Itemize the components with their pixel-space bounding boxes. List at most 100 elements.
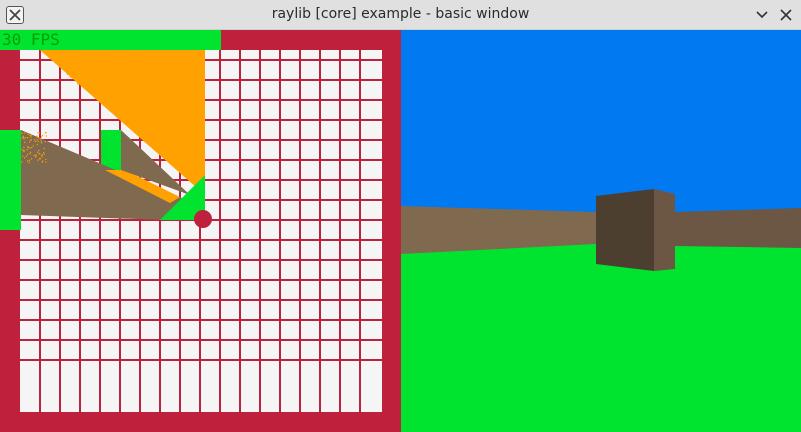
ray-dot [73, 57, 76, 59]
ray-dot [82, 74, 85, 77]
ray-dot [128, 60, 131, 62]
ray-dot [104, 72, 107, 74]
ray-dot [119, 83, 121, 85]
game-viewport[interactable] [0, 30, 801, 432]
ray-dot [109, 78, 111, 81]
ray-dot [44, 141, 46, 143]
ray-dot [45, 135, 47, 137]
ray-dot [104, 53, 106, 55]
ray-dot [88, 63, 90, 66]
ray-dot [40, 142, 43, 144]
ray-dot [127, 77, 130, 80]
ray-dot [80, 51, 82, 53]
ray-dot [106, 83, 109, 85]
minimize-button[interactable] [752, 5, 772, 25]
ray-dot [122, 93, 124, 96]
ray-dot [35, 156, 37, 158]
ray-dot [21, 148, 23, 151]
ray-dot [37, 140, 40, 143]
ray-dot [86, 73, 88, 75]
ray-dot [57, 60, 59, 62]
top-down-map [0, 30, 401, 432]
ray-dot [22, 135, 24, 137]
ray-dot [104, 56, 106, 59]
ray-dot [88, 68, 90, 71]
ray-dot [38, 149, 40, 151]
ray-dot [112, 85, 115, 87]
ray-dot [92, 73, 94, 76]
ray-dot [131, 73, 133, 75]
ray-dot [28, 162, 30, 164]
ray-dot [73, 51, 75, 53]
player-marker [194, 210, 212, 228]
ray-dot [131, 64, 133, 67]
ray-dot [96, 76, 99, 79]
ray-dot [89, 52, 91, 54]
ray-dot [132, 75, 134, 77]
ray-dot [83, 81, 86, 83]
ray-dot [125, 80, 127, 82]
ray-dot [97, 79, 100, 82]
ray-dot [96, 91, 98, 93]
ray-dot [41, 154, 44, 156]
ray-dot [32, 145, 34, 147]
ray-dot [97, 93, 100, 95]
ray-dot [92, 69, 94, 71]
ray-dot [106, 81, 108, 84]
ray-dot [93, 90, 96, 93]
ray-dot [131, 85, 134, 88]
ray-dot [45, 158, 47, 160]
ray-dot [23, 138, 25, 140]
ray-dot [76, 78, 78, 80]
ray-dot [42, 160, 44, 162]
ray-dot [22, 136, 24, 138]
ray-dot [89, 81, 92, 84]
close-button[interactable] [776, 5, 796, 25]
ray-dot [81, 54, 83, 57]
ray-dot [116, 56, 118, 58]
ray-dot [33, 154, 35, 156]
first-person-view [401, 30, 801, 432]
ray-dot [104, 89, 106, 91]
ray-dot [38, 132, 40, 134]
ray-dot [111, 55, 114, 58]
ray-dot [22, 155, 24, 157]
ray-dot [119, 58, 122, 60]
ray-dot [95, 71, 97, 74]
ray-dot [39, 153, 41, 155]
ray-dot [77, 83, 79, 85]
ray-dot [110, 72, 113, 74]
ray-dot [124, 82, 126, 84]
ray-dot [27, 137, 29, 139]
ray-dot [24, 137, 26, 139]
ray-dot [25, 155, 28, 157]
ray-dot [100, 54, 103, 56]
ray-dot [28, 159, 30, 161]
ray-dot [118, 77, 120, 80]
ray-dot [86, 57, 89, 59]
map-block-pillar [101, 130, 121, 170]
ray-dot [85, 60, 87, 62]
ray-dot [93, 52, 96, 54]
ray-dot [125, 61, 128, 64]
ray-dot [34, 139, 36, 141]
ray-dot [61, 63, 64, 66]
ray-dot [94, 94, 96, 96]
ray-dot [89, 60, 92, 63]
ray-dot [103, 67, 106, 70]
ray-dot [75, 65, 77, 67]
ray-dot [85, 83, 88, 85]
fps-counter: 30 FPS [2, 30, 60, 49]
ray-dot [68, 60, 71, 63]
ray-dot [94, 64, 96, 67]
ray-dot [120, 94, 123, 97]
ray-dot [125, 75, 127, 78]
ray-dot [76, 60, 78, 62]
ray-dot [108, 81, 111, 83]
ray-dot [89, 54, 91, 56]
ray-dot [36, 136, 38, 138]
title-bar[interactable]: raylib [core] example - basic window [0, 0, 801, 30]
chevron-down-icon [756, 11, 768, 19]
ray-dot [83, 80, 86, 82]
ray-dot [102, 87, 104, 89]
